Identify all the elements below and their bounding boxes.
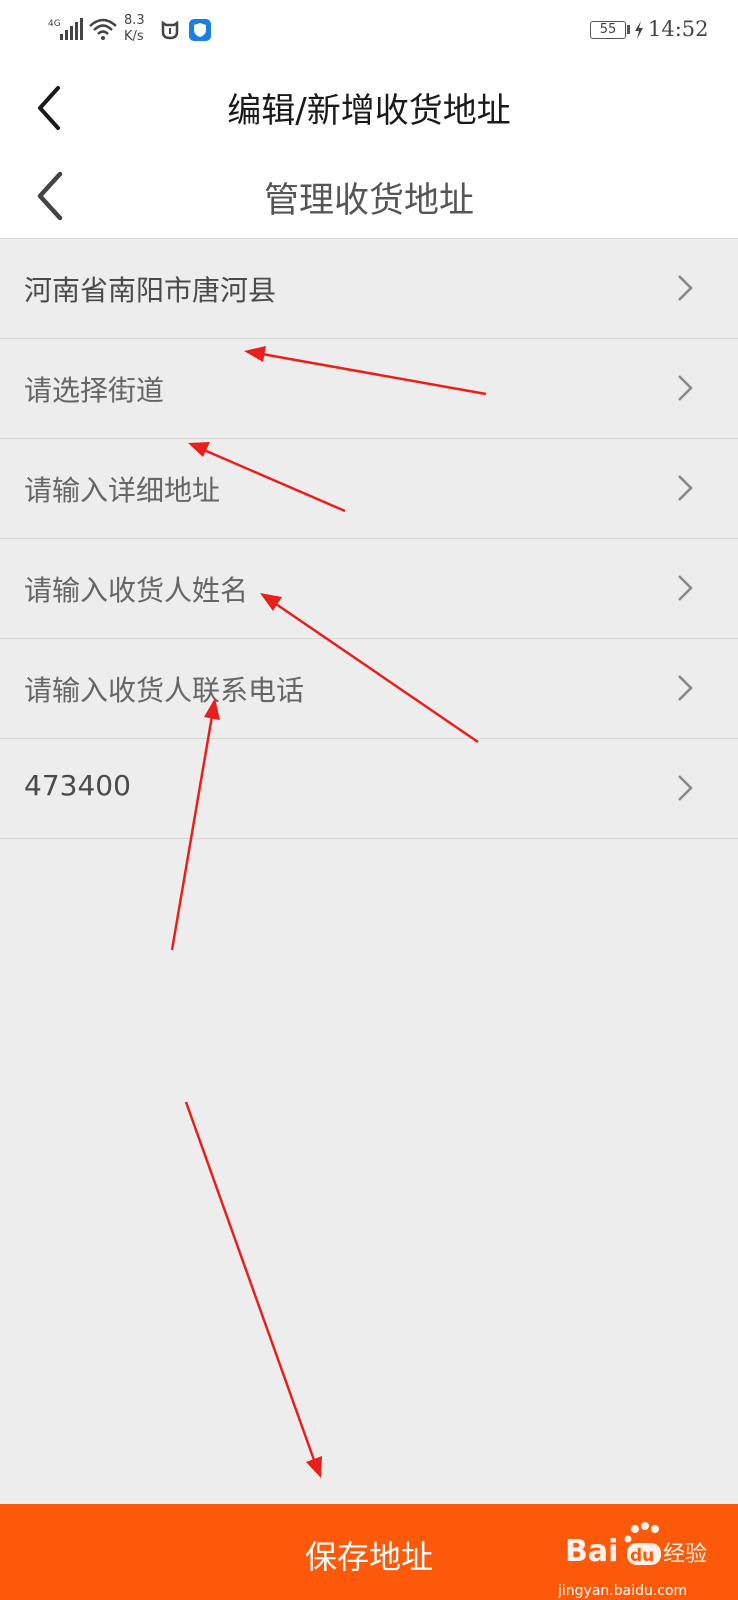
status-time: 14:52 <box>648 17 709 41</box>
chevron-right-icon <box>678 675 693 701</box>
region-value: 河南省南阳市唐河县 <box>24 274 277 307</box>
detail-address-placeholder: 请输入详细地址 <box>24 474 221 507</box>
recipient-name-row[interactable]: 请输入收货人姓名 <box>0 539 738 639</box>
speed-unit: K/s <box>124 29 144 44</box>
postal-code-value: 473400 <box>24 769 131 802</box>
battery-icon: 55 <box>590 21 626 39</box>
svg-text:经验: 经验 <box>663 1542 707 1567</box>
primary-header: 编辑/新增收货地址 <box>0 62 738 152</box>
annotation-arrow <box>184 1101 322 1478</box>
wifi-icon <box>89 18 117 40</box>
svg-text:du: du <box>630 1546 654 1566</box>
page-title: 编辑/新增收货地址 <box>227 91 511 131</box>
notification-app-icon <box>161 20 179 40</box>
speed-value: 8.3 <box>124 13 145 28</box>
network-speed: 8.3 K/s <box>124 13 145 45</box>
chevron-right-icon <box>678 375 693 401</box>
street-selector-row[interactable]: 请选择街道 <box>0 339 738 439</box>
watermark-site: jingyan.baidu.com <box>558 1583 688 1599</box>
chevron-right-icon <box>678 775 693 801</box>
chevron-right-icon <box>678 275 693 301</box>
section-title: 管理收货地址 <box>263 181 474 221</box>
detail-address-row[interactable]: 请输入详细地址 <box>0 439 738 539</box>
recipient-phone-placeholder: 请输入收货人联系电话 <box>24 674 305 707</box>
baidu-jingyan-watermark-logo: Bai du 经验 <box>565 1522 707 1569</box>
postal-code-row[interactable]: 473400 <box>0 739 738 839</box>
battery-tip <box>627 25 630 34</box>
address-form-list: 河南省南阳市唐河县 请选择街道 请输入详细地址 请输入收货人姓名 请输入收货人联… <box>0 239 738 839</box>
signal-4g-icon: 4G <box>48 18 83 40</box>
secondary-header: 管理收货地址 <box>0 152 738 239</box>
svg-text:Bai: Bai <box>565 1534 618 1569</box>
recipient-name-placeholder: 请输入收货人姓名 <box>24 574 249 607</box>
battery-level: 55 <box>599 22 617 37</box>
street-placeholder: 请选择街道 <box>24 374 165 407</box>
status-bar: 4G 8.3 K/s 55 14:52 <box>0 0 738 62</box>
chevron-right-icon <box>678 575 693 601</box>
network-type: 4G <box>48 19 61 29</box>
recipient-phone-row[interactable]: 请输入收货人联系电话 <box>0 639 738 739</box>
region-selector-row[interactable]: 河南省南阳市唐河县 <box>0 239 738 339</box>
chevron-right-icon <box>678 475 693 501</box>
charging-bolt-icon <box>635 21 643 39</box>
shield-icon <box>189 19 211 41</box>
